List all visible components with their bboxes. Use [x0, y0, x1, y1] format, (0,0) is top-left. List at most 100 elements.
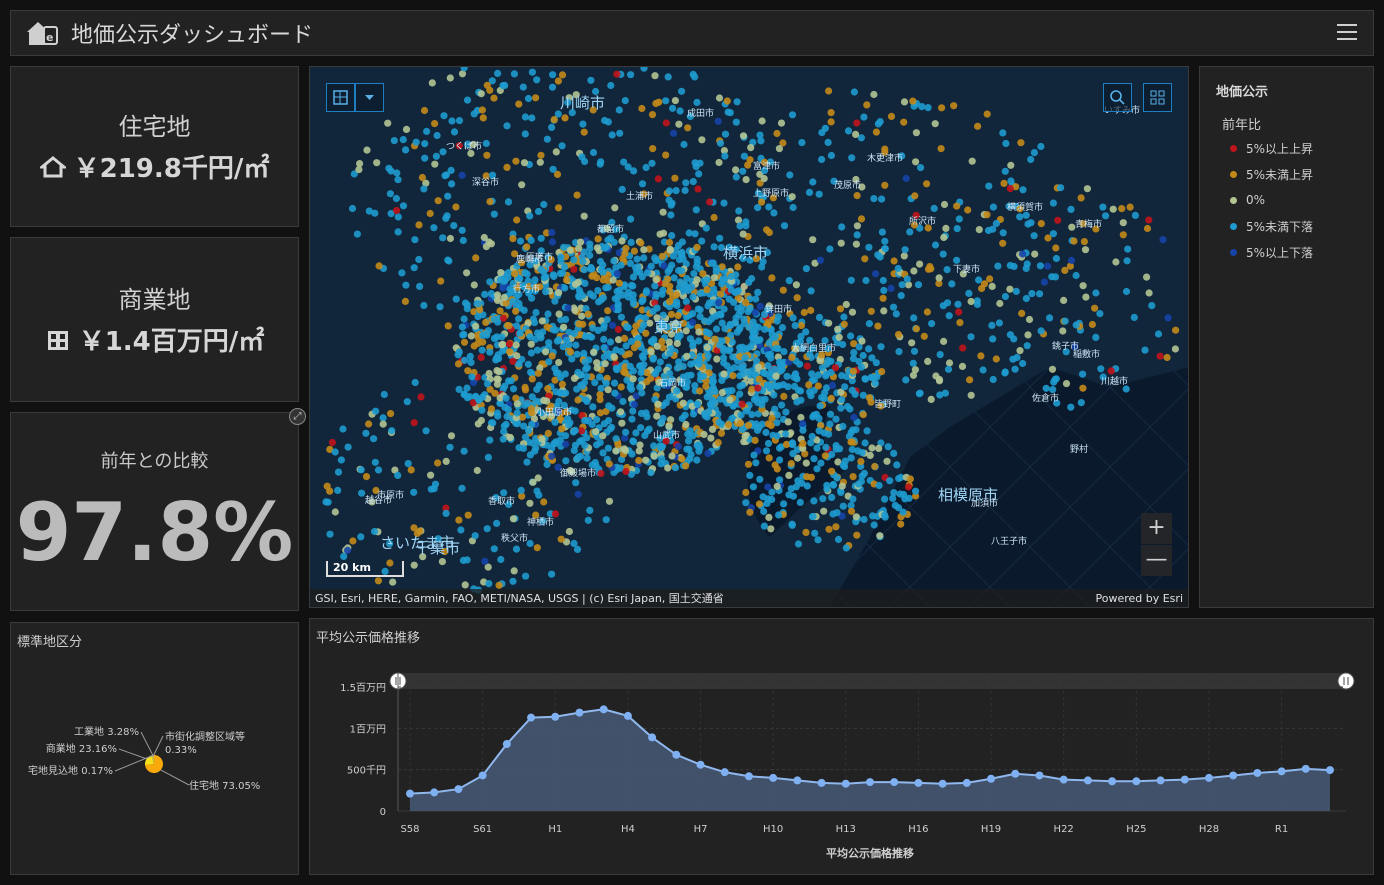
map-point[interactable] [1052, 254, 1060, 263]
map-point[interactable] [390, 137, 398, 145]
map-point[interactable] [792, 483, 800, 491]
data-point[interactable] [1229, 771, 1238, 780]
map-point[interactable] [410, 264, 418, 272]
map-point[interactable] [473, 466, 481, 475]
map-point[interactable] [805, 188, 814, 196]
map-point[interactable] [765, 454, 773, 462]
map-point[interactable] [507, 377, 515, 385]
map-point[interactable] [559, 269, 567, 277]
map-point[interactable] [881, 495, 889, 503]
data-point[interactable] [793, 776, 802, 785]
map-point[interactable] [852, 426, 860, 434]
map-point[interactable] [418, 173, 426, 182]
map-point[interactable] [793, 294, 801, 302]
map-point[interactable] [760, 522, 768, 530]
map-point[interactable] [847, 332, 855, 340]
map-point[interactable] [865, 243, 873, 251]
map-point[interactable] [975, 276, 983, 284]
map-point[interactable] [810, 455, 818, 463]
map-point[interactable] [1067, 205, 1075, 213]
map-point[interactable] [764, 361, 772, 370]
map-point[interactable] [604, 444, 612, 452]
map-point[interactable] [654, 175, 662, 183]
map-point[interactable] [736, 344, 744, 352]
map-point[interactable] [464, 511, 472, 519]
map-point[interactable] [658, 252, 666, 260]
map-point[interactable] [379, 414, 387, 422]
map-point[interactable] [967, 391, 975, 399]
map-point[interactable] [824, 138, 832, 146]
map-point[interactable] [1044, 262, 1052, 270]
map-point[interactable] [587, 263, 595, 272]
map-point[interactable] [671, 97, 679, 105]
map-point[interactable] [677, 267, 686, 275]
map-point[interactable] [699, 270, 707, 278]
map-point[interactable] [493, 375, 501, 383]
map-point[interactable] [1040, 278, 1048, 286]
map-point[interactable] [457, 526, 465, 534]
map-point[interactable] [442, 509, 450, 517]
map-point[interactable] [1172, 326, 1180, 334]
map-point[interactable] [897, 520, 905, 528]
map-point[interactable] [865, 320, 874, 328]
map-point[interactable] [1079, 282, 1087, 290]
map-point[interactable] [729, 353, 737, 361]
map-point[interactable] [788, 353, 796, 361]
map-point[interactable] [375, 262, 383, 270]
map-point[interactable] [693, 98, 701, 106]
map-point[interactable] [500, 428, 508, 436]
map-point[interactable] [923, 308, 932, 316]
map-point[interactable] [704, 449, 712, 458]
map-point[interactable] [465, 393, 474, 401]
map-point[interactable] [618, 237, 626, 245]
map-point[interactable] [1007, 177, 1015, 185]
map-point[interactable] [463, 556, 471, 564]
map-point[interactable] [470, 342, 478, 350]
map-point[interactable] [691, 159, 699, 167]
map-point[interactable] [916, 260, 924, 268]
map-point[interactable] [831, 364, 840, 372]
map-point[interactable] [630, 400, 639, 409]
map-point[interactable] [786, 171, 794, 179]
map-point[interactable] [528, 393, 536, 401]
map-point[interactable] [533, 76, 541, 84]
map-point[interactable] [446, 443, 454, 451]
map-point[interactable] [412, 138, 420, 146]
map-point[interactable] [876, 118, 884, 126]
map-point[interactable] [593, 441, 601, 449]
map-point[interactable] [818, 364, 826, 372]
map-point[interactable] [524, 360, 532, 368]
data-point[interactable] [1059, 775, 1068, 784]
map-point[interactable] [715, 94, 724, 102]
map-point[interactable] [944, 365, 953, 373]
map-point[interactable] [739, 167, 747, 175]
map-point[interactable] [512, 545, 521, 553]
map-point[interactable] [1131, 211, 1139, 219]
map-point[interactable] [353, 230, 361, 238]
map-point[interactable] [684, 430, 692, 438]
map-point[interactable] [780, 392, 788, 400]
map-point[interactable] [474, 313, 482, 321]
map-point[interactable] [617, 408, 625, 416]
map-point[interactable] [554, 204, 563, 212]
map-point[interactable] [538, 317, 546, 325]
map-point[interactable] [527, 340, 535, 348]
map-point[interactable] [895, 348, 903, 356]
map-point[interactable] [489, 419, 497, 427]
map-point[interactable] [870, 195, 878, 203]
map-point[interactable] [762, 428, 770, 437]
map-point[interactable] [556, 436, 564, 444]
map-point[interactable] [883, 457, 891, 465]
data-point[interactable] [502, 740, 511, 749]
map-point[interactable] [1088, 320, 1096, 329]
map-point[interactable] [544, 429, 552, 437]
map-point[interactable] [370, 435, 378, 443]
map-point[interactable] [760, 175, 768, 183]
map-point[interactable] [571, 407, 579, 415]
map-point[interactable] [968, 157, 976, 165]
map-point[interactable] [609, 276, 617, 284]
map-point[interactable] [844, 127, 853, 135]
map-point[interactable] [607, 234, 615, 242]
map-point[interactable] [1091, 304, 1099, 312]
map-point[interactable] [822, 443, 830, 451]
